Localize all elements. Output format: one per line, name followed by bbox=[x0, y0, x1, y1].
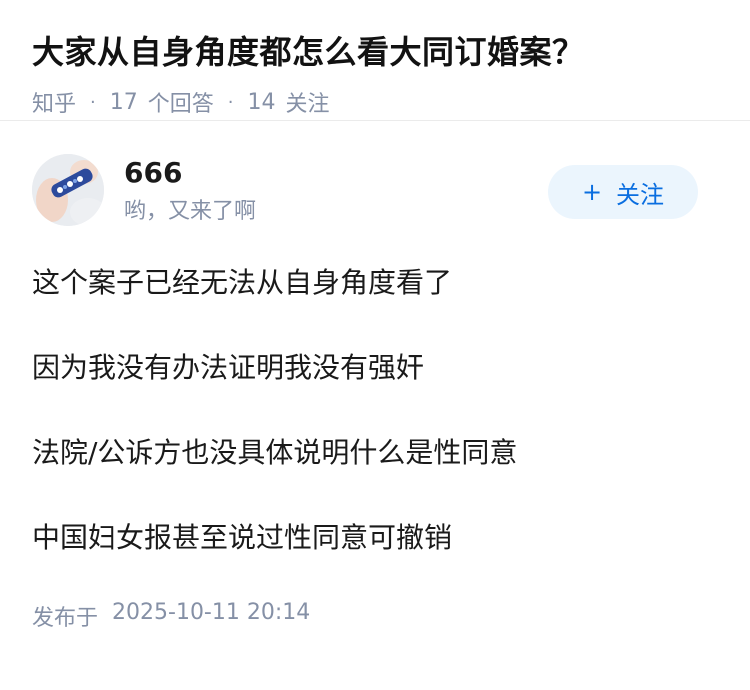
publish-label: 发布于 bbox=[32, 606, 99, 631]
follow-button-label: 关注 bbox=[616, 180, 665, 209]
answer-card: 666 哟，又来了啊 + 关注 这个案子已经无法从自身角度看了 因为我没有办法证… bbox=[0, 154, 750, 632]
question-header: 大家从自身角度都怎么看大同订婚案？ 知乎 · 17 个回答 · 14 关注 bbox=[0, 0, 750, 121]
answer-count: 17 bbox=[109, 89, 138, 115]
follower-count-label[interactable]: 关注 bbox=[286, 86, 330, 118]
plus-icon: + bbox=[581, 178, 603, 206]
meta-separator: · bbox=[90, 91, 96, 113]
publish-timestamp: 2025-10-11 20:14 bbox=[112, 600, 311, 625]
publish-time: 发布于 2025-10-11 20:14 bbox=[32, 600, 718, 632]
follow-button[interactable]: + 关注 bbox=[548, 165, 698, 219]
avatar[interactable] bbox=[32, 154, 104, 226]
meta-separator: · bbox=[227, 91, 234, 113]
author-row: 666 哟，又来了啊 + 关注 bbox=[32, 154, 718, 259]
question-meta: 知乎 · 17 个回答 · 14 关注 bbox=[32, 86, 718, 118]
avatar-photo-icon bbox=[32, 154, 104, 226]
answer-paragraph: 这个案子已经无法从自身角度看了 bbox=[32, 266, 453, 299]
answer-paragraph: 法院/公诉方也没具体说明什么是性同意 bbox=[32, 436, 518, 469]
answer-paragraph: 因为我没有办法证明我没有强奸 bbox=[32, 351, 425, 384]
follower-count: 14 bbox=[247, 89, 276, 115]
answer-count-label[interactable]: 个回答 bbox=[148, 86, 214, 118]
source-label[interactable]: 知乎 bbox=[32, 86, 76, 118]
author-name[interactable]: 666 bbox=[124, 154, 182, 192]
question-title[interactable]: 大家从自身角度都怎么看大同订婚案？ bbox=[32, 30, 718, 74]
author-bio: 哟，又来了啊 bbox=[124, 199, 257, 224]
answer-content: 这个案子已经无法从自身角度看了 因为我没有办法证明我没有强奸 法院/公诉方也没具… bbox=[32, 262, 718, 559]
answer-paragraph: 中国妇女报甚至说过性同意可撤销 bbox=[32, 521, 453, 554]
